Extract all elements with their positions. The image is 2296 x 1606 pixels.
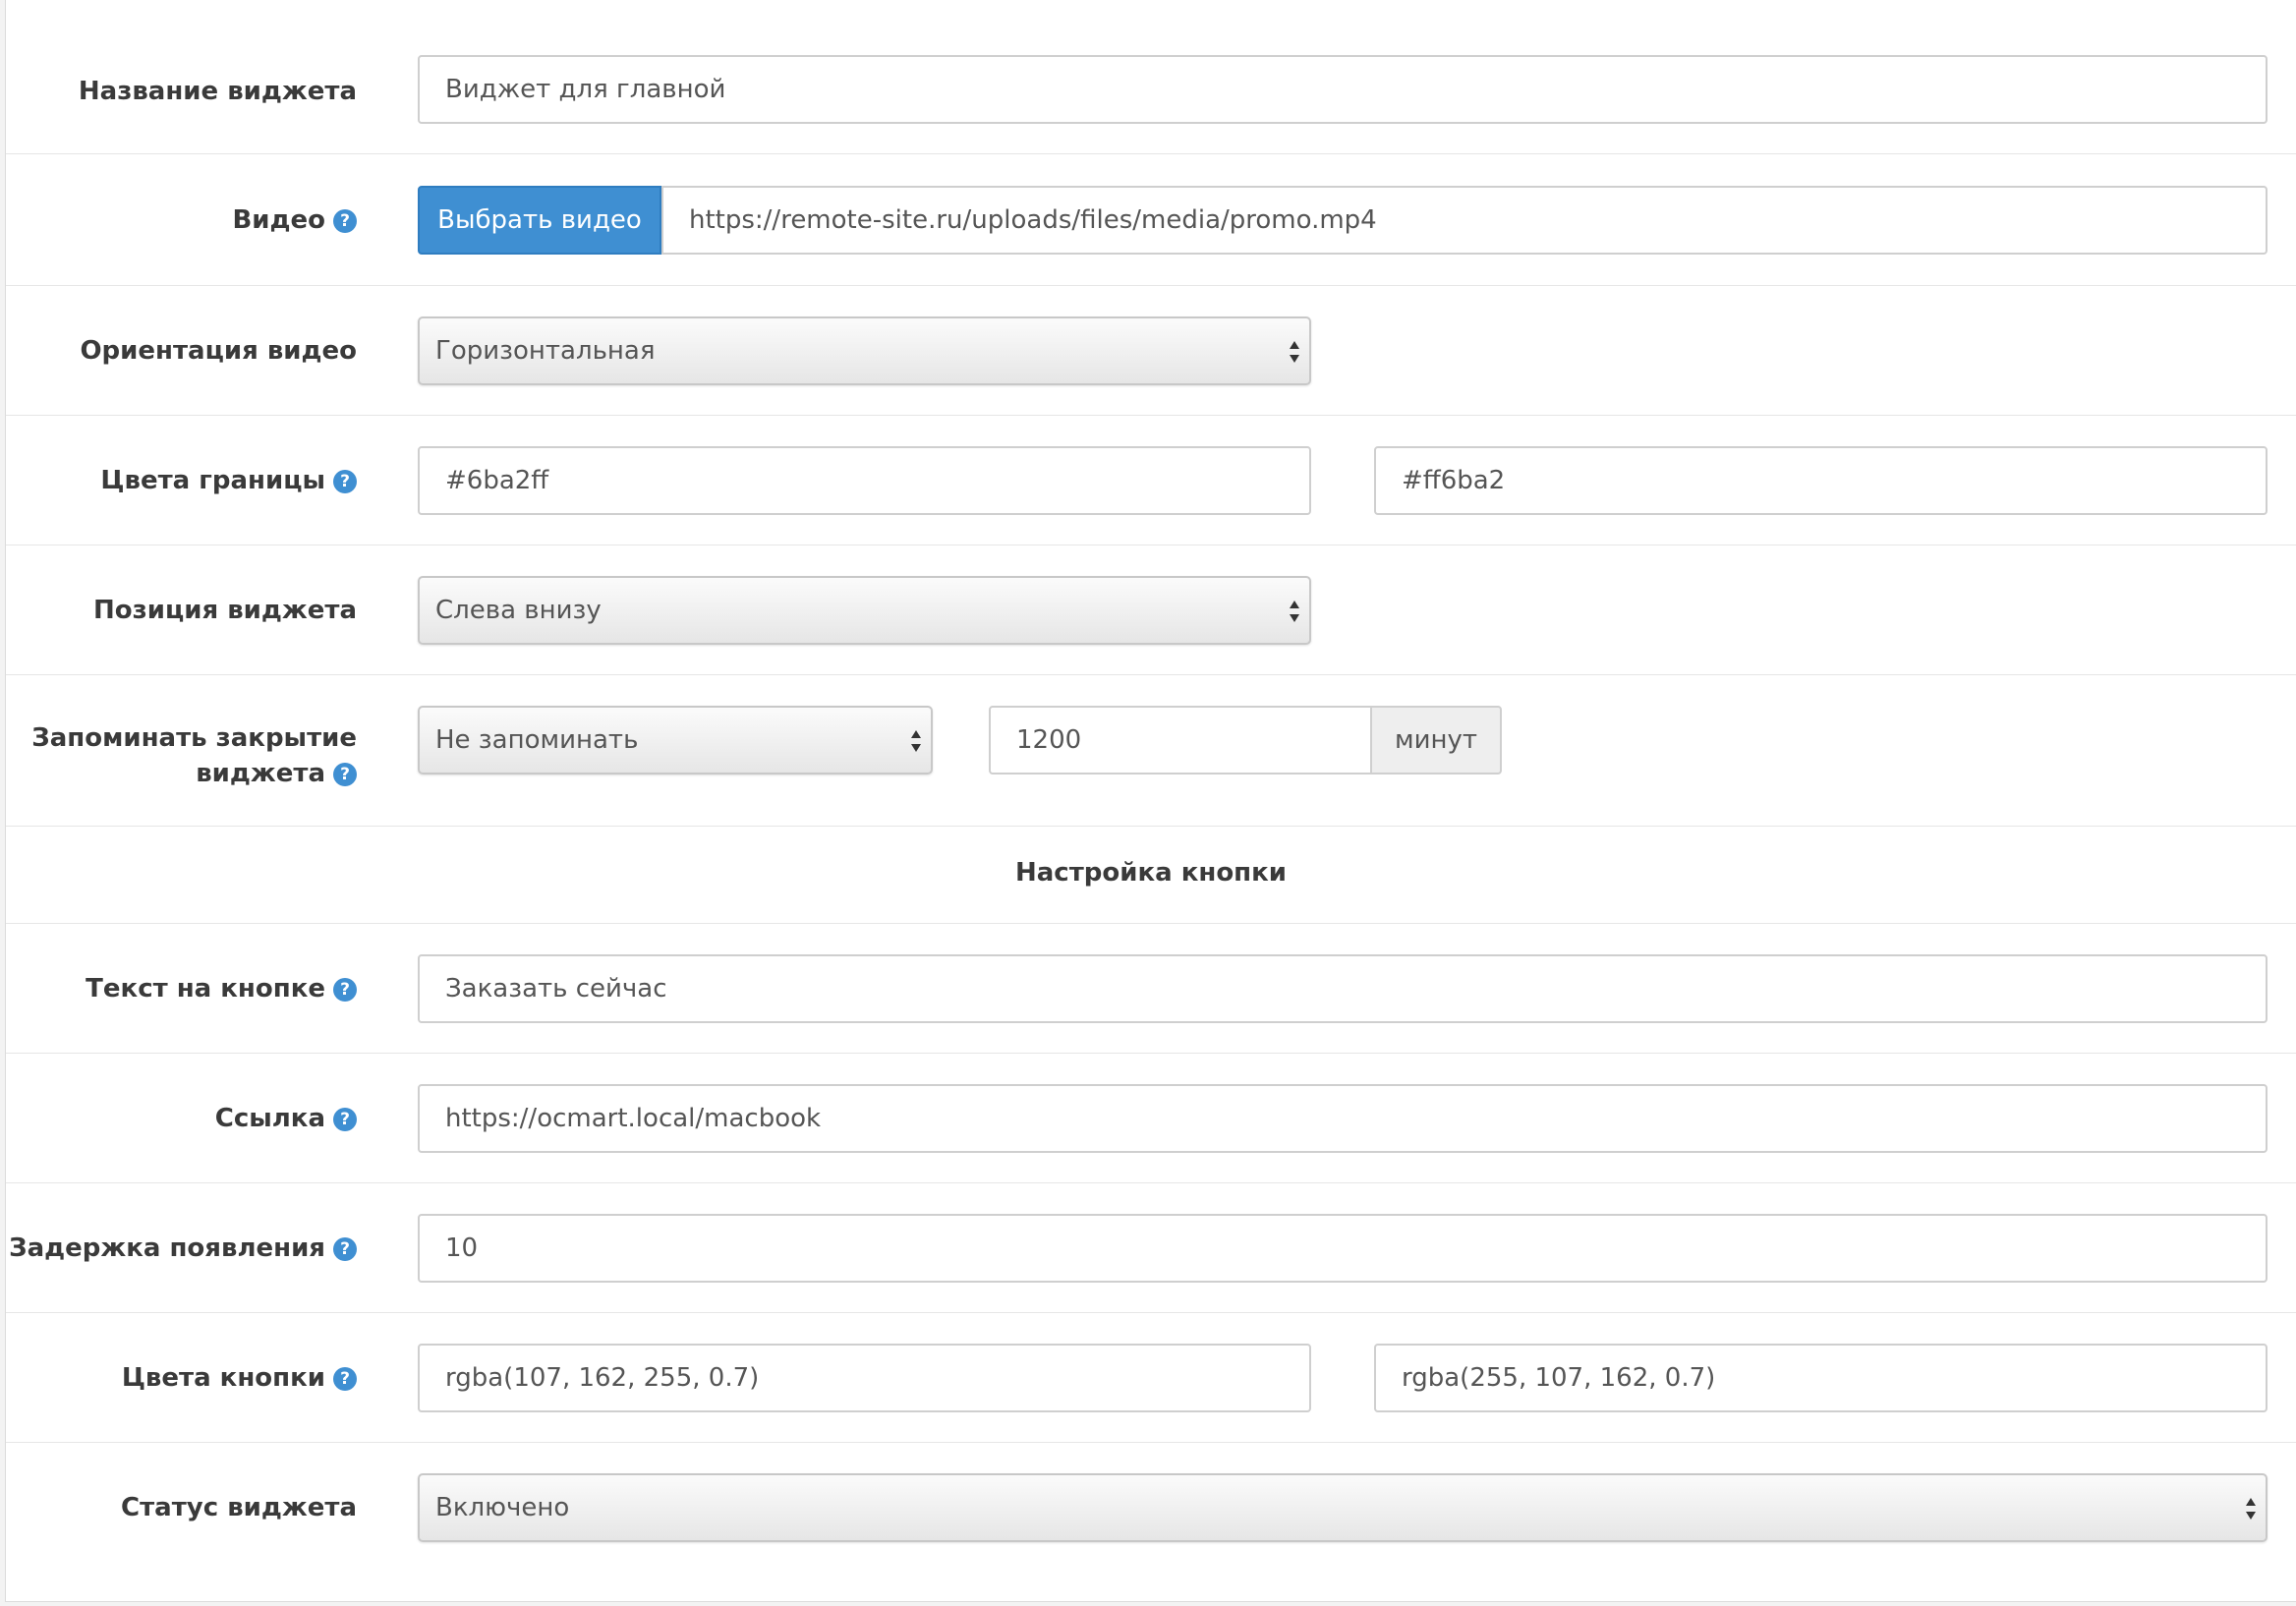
delay-input[interactable]: 10 xyxy=(418,1214,2267,1283)
row-widget-position: Позиция виджета Слева внизу xyxy=(6,545,2296,675)
border-color-1-input[interactable]: #6ba2ff xyxy=(418,446,1311,515)
row-widget-name: Название виджета Виджет для главной xyxy=(6,0,2296,154)
remember-close-select[interactable]: Не запоминать xyxy=(418,706,933,774)
up-down-arrows-icon xyxy=(2246,1498,2256,1520)
row-border-colors: Цвета границы? #6ba2ff #ff6ba2 xyxy=(6,416,2296,545)
row-link: Ссылка? https://ocmart.local/macbook xyxy=(6,1054,2296,1183)
button-color-1-input[interactable]: rgba(107, 162, 255, 0.7) xyxy=(418,1344,1311,1412)
status-label: Статус виджета xyxy=(121,1493,357,1522)
remember-close-label: Запоминать закрытие виджета? xyxy=(31,723,357,788)
help-icon[interactable]: ? xyxy=(333,209,357,233)
help-icon[interactable]: ? xyxy=(333,1237,357,1261)
widget-settings-form: Название виджета Виджет для главной Виде… xyxy=(5,0,2296,1602)
video-label: Видео? xyxy=(232,202,357,238)
help-icon[interactable]: ? xyxy=(333,1367,357,1391)
widget-position-label: Позиция виджета xyxy=(93,596,357,625)
row-video-orientation: Ориентация видео Горизонтальная xyxy=(6,286,2296,416)
row-delay: Задержка появления? 10 xyxy=(6,1183,2296,1313)
video-orientation-select[interactable]: Горизонтальная xyxy=(418,316,1311,385)
help-icon[interactable]: ? xyxy=(333,1108,357,1131)
row-section-button: Настройка кнопки xyxy=(6,827,2296,924)
row-video: Видео? Выбрать видео https://remote-site… xyxy=(6,154,2296,286)
button-text-input[interactable]: Заказать сейчас xyxy=(418,954,2267,1023)
up-down-arrows-icon xyxy=(1290,341,1299,363)
button-colors-label: Цвета кнопки? xyxy=(122,1360,357,1396)
link-label: Ссылка? xyxy=(215,1101,357,1136)
row-status: Статус виджета Включено xyxy=(6,1443,2296,1600)
help-icon[interactable]: ? xyxy=(333,763,357,786)
delay-label: Задержка появления? xyxy=(9,1231,357,1266)
up-down-arrows-icon xyxy=(911,730,921,752)
widget-name-input[interactable]: Виджет для главной xyxy=(418,55,2267,124)
choose-video-button[interactable]: Выбрать видео xyxy=(418,186,661,255)
widget-name-label: Название виджета xyxy=(78,77,357,106)
video-url-input[interactable]: https://remote-site.ru/uploads/files/med… xyxy=(661,186,2267,255)
up-down-arrows-icon xyxy=(1290,601,1299,622)
status-select[interactable]: Включено xyxy=(418,1473,2267,1542)
button-color-2-input[interactable]: rgba(255, 107, 162, 0.7) xyxy=(1374,1344,2267,1412)
minutes-unit-addon: минут xyxy=(1370,706,1502,774)
video-orientation-label: Ориентация видео xyxy=(80,336,357,366)
link-input[interactable]: https://ocmart.local/macbook xyxy=(418,1084,2267,1153)
row-button-text: Текст на кнопке? Заказать сейчас xyxy=(6,924,2296,1054)
row-button-colors: Цвета кнопки? rgba(107, 162, 255, 0.7) r… xyxy=(6,1313,2296,1443)
section-title: Настройка кнопки xyxy=(1014,858,1288,888)
widget-position-select[interactable]: Слева внизу xyxy=(418,576,1311,645)
border-colors-label: Цвета границы? xyxy=(100,463,357,498)
help-icon[interactable]: ? xyxy=(333,470,357,493)
button-text-label: Текст на кнопке? xyxy=(86,971,357,1006)
remember-minutes-input[interactable]: 1200 xyxy=(989,706,1372,774)
border-color-2-input[interactable]: #ff6ba2 xyxy=(1374,446,2267,515)
row-remember-close: Запоминать закрытие виджета? Не запомина… xyxy=(6,675,2296,827)
help-icon[interactable]: ? xyxy=(333,978,357,1002)
